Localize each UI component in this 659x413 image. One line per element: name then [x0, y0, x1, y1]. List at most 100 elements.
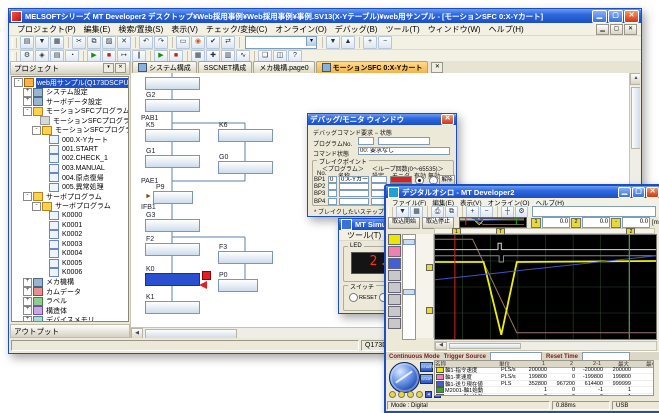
- tree-item[interactable]: -モーションSFCプログラム: [12, 107, 128, 117]
- tree-item[interactable]: -サーボプログラム: [12, 202, 128, 212]
- close-button[interactable]: ✕: [624, 10, 639, 23]
- menu-item[interactable]: 表示(V): [167, 24, 202, 35]
- toolbar-grip[interactable]: [12, 52, 17, 62]
- menu-item[interactable]: ツール(T): [343, 230, 385, 241]
- tree-item[interactable]: 002.CHECK_1: [12, 154, 128, 164]
- menu-item[interactable]: ツール(T): [381, 24, 423, 35]
- slider-handle[interactable]: [403, 289, 415, 295]
- tree-item[interactable]: +カムデータ: [12, 287, 128, 297]
- paste-icon[interactable]: ▨: [102, 36, 116, 49]
- channel-button[interactable]: [388, 318, 401, 329]
- sfc-step[interactable]: [218, 251, 273, 264]
- bp-num-field[interactable]: [328, 190, 337, 197]
- sfc-step[interactable]: [145, 219, 200, 232]
- capture-button[interactable]: 取込開始: [388, 217, 420, 229]
- maximize-button[interactable]: ▢: [608, 10, 623, 23]
- expand-icon[interactable]: +: [23, 297, 32, 306]
- close-button[interactable]: ✕: [646, 187, 659, 198]
- save-icon[interactable]: ▦: [50, 36, 64, 49]
- tree-item[interactable]: -モーションSFCプログラム: [12, 126, 128, 136]
- sfc-step[interactable]: [145, 301, 200, 314]
- bp-name-field[interactable]: 0:X-Yカート: [339, 176, 369, 183]
- transport-button[interactable]: START: [420, 362, 433, 372]
- toolbar-combobox[interactable]: [245, 36, 317, 49]
- sfc-step[interactable]: [218, 129, 273, 142]
- convert-icon[interactable]: ⇄: [221, 36, 235, 49]
- tree-item[interactable]: K0004: [12, 249, 128, 259]
- expand-icon[interactable]: +: [23, 316, 32, 322]
- tree-item[interactable]: 004.原点復帰: [12, 173, 128, 183]
- indicator-icon[interactable]: [389, 391, 396, 398]
- channel-button[interactable]: [388, 246, 401, 257]
- expand-icon[interactable]: -: [32, 126, 41, 135]
- sfc-step[interactable]: [145, 99, 200, 112]
- expand-icon[interactable]: +: [23, 97, 32, 106]
- sfc-step[interactable]: [145, 129, 200, 142]
- output-panel-tab[interactable]: アウトプット: [10, 324, 130, 338]
- scroll-left-icon[interactable]: ◀: [435, 342, 447, 350]
- capture-button[interactable]: 取込停止: [422, 217, 454, 229]
- prev-icon[interactable]: ◀: [425, 391, 432, 398]
- vertical-slider[interactable]: [402, 234, 416, 340]
- tree-item[interactable]: K0002: [12, 230, 128, 240]
- waveform-graph[interactable]: [434, 234, 657, 340]
- maximize-button[interactable]: ▢: [632, 187, 645, 198]
- delete-icon[interactable]: ✕: [117, 36, 131, 49]
- sfc-step[interactable]: [218, 279, 258, 292]
- sfc-step[interactable]: [218, 161, 273, 174]
- main-titlebar[interactable]: MELSOFTシリーズ MT Developer2 デスクトップ¥Web採用事例…: [9, 9, 641, 23]
- mdi-minimize-button[interactable]: ▁: [596, 24, 609, 35]
- indicator-icon[interactable]: [407, 391, 414, 398]
- slider-handle[interactable]: [403, 239, 415, 245]
- scroll-thumb[interactable]: [145, 329, 237, 338]
- tree-item[interactable]: K0001: [12, 221, 128, 231]
- expand-icon[interactable]: -: [23, 192, 32, 201]
- toolbar-grip[interactable]: [388, 207, 393, 217]
- channel-button[interactable]: [388, 270, 401, 281]
- program-no-field1[interactable]: [358, 137, 374, 145]
- bp-name-field[interactable]: [339, 190, 369, 197]
- tab-close-icon[interactable]: ✕: [431, 62, 443, 73]
- expand-icon[interactable]: +: [23, 306, 32, 315]
- tab-active[interactable]: モーションSFC 0:X-Yカート: [316, 61, 429, 73]
- bp-name-field[interactable]: [339, 198, 369, 205]
- new-icon[interactable]: ▤: [20, 36, 34, 49]
- channel-button[interactable]: [388, 294, 401, 305]
- sfc-step-selected[interactable]: [145, 273, 200, 286]
- menu-item[interactable]: プロジェクト(P): [13, 24, 80, 35]
- graph-scrollbar[interactable]: ◀: [434, 341, 657, 351]
- cursor-icon[interactable]: ┼: [501, 206, 514, 218]
- open-icon[interactable]: ▼: [35, 36, 49, 49]
- command-input[interactable]: [532, 206, 656, 217]
- pin-icon[interactable]: ▾: [103, 63, 114, 73]
- tab-inactive[interactable]: SSCNET構成: [198, 61, 252, 73]
- minimize-button[interactable]: ▁: [592, 10, 607, 23]
- channel-button[interactable]: [388, 258, 401, 269]
- expand-icon[interactable]: -: [23, 107, 32, 116]
- minimize-button[interactable]: ▁: [618, 187, 631, 198]
- tab-inactive[interactable]: システム構成: [132, 61, 197, 73]
- tab-inactive[interactable]: メカ機構.page0: [253, 61, 314, 73]
- tree-item[interactable]: K0005: [12, 259, 128, 269]
- cursor-value-field[interactable]: 0.0: [542, 217, 570, 228]
- sfc-step[interactable]: [145, 155, 200, 168]
- sfc-step[interactable]: [153, 191, 193, 204]
- menu-item[interactable]: デバッグ(B): [331, 24, 382, 35]
- indicator-icon[interactable]: [398, 391, 405, 398]
- mdi-restore-button[interactable]: ▢: [610, 24, 623, 35]
- expand-icon[interactable]: +: [23, 88, 32, 97]
- sfc-step[interactable]: [145, 77, 200, 90]
- menu-item[interactable]: チェック/変換(C): [202, 24, 271, 35]
- cursor-value-field[interactable]: 0.0: [622, 217, 650, 228]
- channel-button[interactable]: [388, 306, 401, 317]
- close-icon[interactable]: ✕: [115, 63, 126, 73]
- cut-icon[interactable]: ✂: [72, 36, 86, 49]
- channel-button[interactable]: [388, 234, 401, 245]
- toolbar-grip[interactable]: [12, 38, 17, 48]
- expand-icon[interactable]: -: [14, 78, 23, 87]
- probe-row[interactable]: M2002-軸2始動00010: [435, 394, 653, 396]
- tree-item[interactable]: 000.X-Yカート: [12, 135, 128, 145]
- tree-item[interactable]: +ラベル: [12, 297, 128, 307]
- channel-button[interactable]: [388, 282, 401, 293]
- tree-item[interactable]: 005.異常処理: [12, 183, 128, 193]
